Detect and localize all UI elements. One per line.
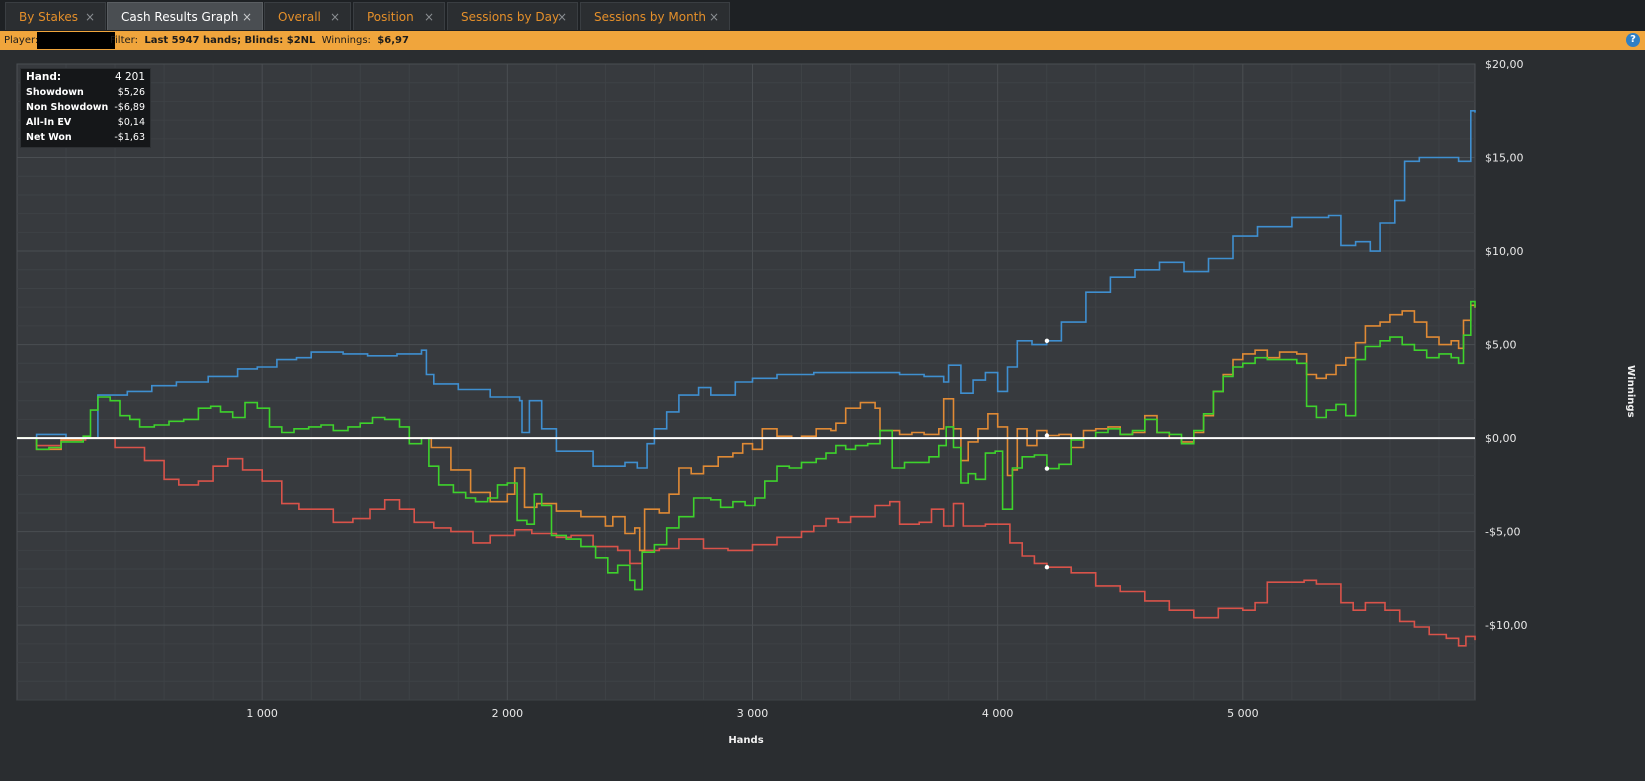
info-label: Showdown [26,87,84,98]
tab-overall[interactable]: Overall × [264,2,351,30]
info-label: Net Won [26,132,72,143]
info-label: All-In EV [26,117,72,128]
hover-marker-all_in_ev [1044,433,1050,438]
info-row-non-showdown: Non Showdown -$6,89 [26,100,145,115]
tab-by-stakes[interactable]: By Stakes × [5,2,106,30]
y-tick-label: $0,00 [1485,432,1517,445]
hover-marker-showdown [1044,338,1050,344]
x-tick-label: 3 000 [737,707,769,720]
info-label: Hand: [26,71,62,83]
info-value: $5,26 [117,87,145,98]
x-tick-label: 5 000 [1227,707,1259,720]
y-tick-label: $20,00 [1485,58,1524,71]
chart-area: 1 000 2 000 3 000 4 000 5 000 -$10,00 -$5,00 $0… [0,50,1645,781]
hover-marker-net_won [1044,466,1050,471]
winnings-value: $6,97 [377,35,409,46]
tab-close-icon[interactable]: × [85,3,95,31]
y-tick-label: $5,00 [1485,339,1517,352]
info-row-all-in-ev: All-In EV $0,14 [26,115,145,130]
y-tick-label: $10,00 [1485,245,1524,258]
tab-close-icon[interactable]: × [242,3,252,31]
tab-label: Overall [278,10,321,24]
filter-bar: Player: Filter: Last 5947 hands; Blinds:… [0,31,1645,50]
info-value: 4 201 [114,71,145,83]
info-label: Non Showdown [26,102,109,113]
tab-sessions-by-month[interactable]: Sessions by Month × [580,2,730,30]
y-tick-label: -$10,00 [1485,619,1527,632]
x-tick-label: 4 000 [982,707,1014,720]
x-tick-label: 1 000 [246,707,278,720]
help-icon[interactable]: ? [1626,33,1640,47]
y-tick-label: $15,00 [1485,152,1524,165]
info-value: -$1,63 [114,132,145,143]
tab-close-icon[interactable]: × [330,3,340,31]
tab-sessions-by-day[interactable]: Sessions by Day × [447,2,578,30]
x-tick-label: 2 000 [492,707,524,720]
filter-value: Last 5947 hands; Blinds: $2NL [144,35,316,46]
info-row-showdown: Showdown $5,26 [26,85,145,100]
tab-label: Cash Results Graph [121,10,239,24]
tab-close-icon[interactable]: × [424,3,434,31]
filter-summary: Filter: Last 5947 hands; Blinds: $2NL Wi… [110,31,409,50]
player-name-redacted [37,32,115,49]
info-value: -$6,89 [114,102,145,113]
x-axis-title: Hands [728,735,763,746]
tab-cash-results-graph[interactable]: Cash Results Graph × [107,2,263,30]
info-row-net-won: Net Won -$1,63 [26,130,145,145]
tab-label: Position [367,10,414,24]
y-axis-title: Winnings [1625,365,1636,417]
hover-marker-non_showdown [1044,564,1050,570]
info-row-hand: Hand: 4 201 [26,70,145,85]
tab-close-icon[interactable]: × [709,3,719,31]
tab-label: Sessions by Month [594,10,706,24]
tab-bar: By Stakes × Cash Results Graph × Overall… [0,0,1645,32]
tab-position[interactable]: Position × [353,2,445,30]
tab-label: By Stakes [19,10,78,24]
tab-label: Sessions by Day [461,10,560,24]
winnings-label: Winnings: [321,35,371,46]
info-value: $0,14 [117,117,145,128]
filter-label: Filter: [110,35,138,46]
tab-close-icon[interactable]: × [557,3,567,31]
y-tick-label: -$5,00 [1485,526,1520,539]
player-label: Player: [4,35,39,46]
hover-info-box: Hand: 4 201 Showdown $5,26 Non Showdown … [20,68,151,148]
cash-results-chart[interactable]: 1 000 2 000 3 000 4 000 5 000 -$10,00 -$5,00 $0… [0,50,1645,781]
